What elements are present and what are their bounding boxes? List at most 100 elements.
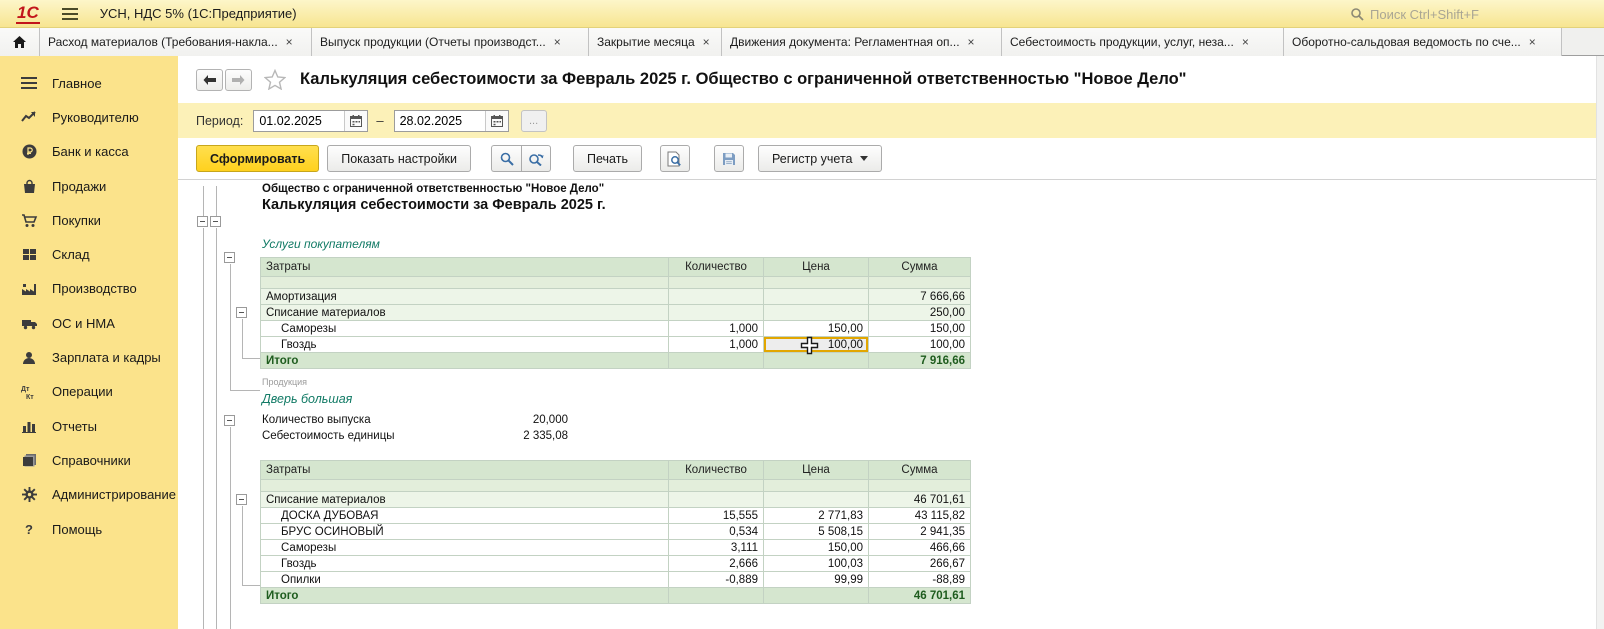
sidebar-item-administrirovanie[interactable]: Администрирование xyxy=(0,478,178,512)
report-cell[interactable]: 15,555 xyxy=(669,508,764,524)
favorite-star-icon[interactable] xyxy=(264,69,286,90)
report-cell[interactable]: Саморезы xyxy=(261,321,669,337)
find-button[interactable] xyxy=(491,145,521,172)
period-from-input[interactable] xyxy=(254,111,344,131)
report-cell[interactable]: ДОСКА ДУБОВАЯ xyxy=(261,508,669,524)
stat-value[interactable]: 2 335,08 xyxy=(523,430,568,442)
report-cell[interactable]: Гвоздь xyxy=(261,337,669,353)
report-cell[interactable]: 46 701,61 xyxy=(869,492,971,508)
report-cell[interactable]: 99,99 xyxy=(764,572,869,588)
report-cell[interactable]: Итого xyxy=(261,588,669,604)
report-cell[interactable] xyxy=(764,353,869,369)
close-icon[interactable]: × xyxy=(968,36,975,48)
report-cell[interactable]: 100,03 xyxy=(764,556,869,572)
sidebar-item-sklad[interactable]: Склад xyxy=(0,237,178,271)
sidebar-item-os-i-nma[interactable]: ОС и НМА xyxy=(0,306,178,340)
column-header[interactable]: Сумма xyxy=(869,258,971,277)
tab-oborotno-saldovaya[interactable]: Оборотно-сальдовая ведомость по сче... × xyxy=(1284,28,1562,56)
report-cell[interactable]: 150,00 xyxy=(764,540,869,556)
report-cell[interactable] xyxy=(764,305,869,321)
report-cell[interactable] xyxy=(669,289,764,305)
tab-raskhod-materialov[interactable]: Расход материалов (Требования-накла... × xyxy=(40,28,312,56)
sidebar-item-otchety[interactable]: Отчеты xyxy=(0,409,178,443)
report-cell[interactable]: 2,666 xyxy=(669,556,764,572)
tab-dvizheniya-dokumenta[interactable]: Движения документа: Регламентная оп... × xyxy=(722,28,1002,56)
report-cell[interactable]: 266,67 xyxy=(869,556,971,572)
back-button[interactable] xyxy=(196,69,223,91)
report-cell[interactable] xyxy=(669,305,764,321)
period-to-input[interactable] xyxy=(395,111,485,131)
close-icon[interactable]: × xyxy=(554,36,561,48)
report-cell[interactable]: 5 508,15 xyxy=(764,524,869,540)
column-header[interactable]: Цена xyxy=(764,258,869,277)
column-header[interactable]: Количество xyxy=(669,461,764,480)
find-next-button[interactable] xyxy=(521,145,551,172)
column-header[interactable]: Количество xyxy=(669,258,764,277)
report-cell[interactable]: 1,000 xyxy=(669,321,764,337)
tab-home[interactable] xyxy=(0,28,40,56)
report-cell[interactable]: 1,000 xyxy=(669,337,764,353)
sidebar-item-pokupki[interactable]: Покупки xyxy=(0,203,178,237)
sidebar-item-prodazhi[interactable]: Продажи xyxy=(0,169,178,203)
report-cell[interactable]: -88,89 xyxy=(869,572,971,588)
column-header[interactable]: Затраты xyxy=(261,461,669,480)
report-cell[interactable] xyxy=(669,353,764,369)
sidebar-item-proizvodstvo[interactable]: Производство xyxy=(0,272,178,306)
report-cell[interactable] xyxy=(764,492,869,508)
close-icon[interactable]: × xyxy=(1529,36,1536,48)
sidebar-item-rukovoditelyu[interactable]: Руководителю xyxy=(0,100,178,134)
period-more-button[interactable]: ... xyxy=(521,110,547,132)
report-cell[interactable]: 43 115,82 xyxy=(869,508,971,524)
report-cell[interactable]: 2 771,83 xyxy=(764,508,869,524)
sidebar-item-zarplata-i-kadry[interactable]: Зарплата и кадры xyxy=(0,340,178,374)
column-header[interactable]: Сумма xyxy=(869,461,971,480)
report-cell[interactable]: Списание материалов xyxy=(261,305,669,321)
report-cell[interactable]: БРУС ОСИНОВЫЙ xyxy=(261,524,669,540)
report-cell[interactable] xyxy=(669,492,764,508)
show-settings-button[interactable]: Показать настройки xyxy=(327,145,471,172)
print-preview-button[interactable] xyxy=(660,145,690,172)
report-cell[interactable]: 7 916,66 xyxy=(869,353,971,369)
sidebar-item-spravochniki[interactable]: Справочники xyxy=(0,443,178,477)
tab-vypusk-produkcii[interactable]: Выпуск продукции (Отчеты производст... × xyxy=(312,28,589,56)
report-cell[interactable] xyxy=(764,588,869,604)
report-cell[interactable] xyxy=(764,289,869,305)
report-cell[interactable]: Саморезы xyxy=(261,540,669,556)
calendar-icon[interactable] xyxy=(485,111,508,131)
report-cell[interactable]: 0,534 xyxy=(669,524,764,540)
report-cell[interactable]: Опилки xyxy=(261,572,669,588)
sidebar-item-glavnoe[interactable]: Главное xyxy=(0,66,178,100)
report-cell[interactable]: 250,00 xyxy=(869,305,971,321)
report-cell[interactable]: Гвоздь xyxy=(261,556,669,572)
sidebar-item-bank-i-kassa[interactable]: Банк и касса xyxy=(0,135,178,169)
forward-button[interactable] xyxy=(225,69,252,91)
report-cell[interactable]: 46 701,61 xyxy=(869,588,971,604)
selected-cell[interactable]: 100,00 xyxy=(764,337,869,353)
main-menu-icon[interactable] xyxy=(62,8,78,20)
column-header[interactable]: Цена xyxy=(764,461,869,480)
register-menu-button[interactable]: Регистр учета xyxy=(758,145,882,172)
tab-sebestoimost-produkcii[interactable]: Себестоимость продукции, услуг, неза... … xyxy=(1002,28,1284,56)
report-cell[interactable]: -0,889 xyxy=(669,572,764,588)
report-cell[interactable]: 2 941,35 xyxy=(869,524,971,540)
report-cell[interactable]: 150,00 xyxy=(869,321,971,337)
collapse-button[interactable] xyxy=(224,252,235,263)
collapse-button[interactable] xyxy=(197,216,208,227)
report-cell[interactable]: Списание материалов xyxy=(261,492,669,508)
close-icon[interactable]: × xyxy=(286,36,293,48)
collapse-button[interactable] xyxy=(236,494,247,505)
close-icon[interactable]: × xyxy=(703,36,710,48)
column-header[interactable]: Затраты xyxy=(261,258,669,277)
report-cell[interactable]: Итого xyxy=(261,353,669,369)
report-cell[interactable] xyxy=(669,588,764,604)
collapse-button[interactable] xyxy=(210,216,221,227)
report-cell[interactable]: 3,111 xyxy=(669,540,764,556)
stat-value[interactable]: 20,000 xyxy=(533,414,568,426)
tab-zakrytie-mesyaca[interactable]: Закрытие месяца × xyxy=(589,28,722,56)
generate-button[interactable]: Сформировать xyxy=(196,145,319,172)
collapse-button[interactable] xyxy=(224,415,235,426)
report-cell[interactable]: 100,00 xyxy=(869,337,971,353)
collapse-button[interactable] xyxy=(236,307,247,318)
calendar-icon[interactable] xyxy=(344,111,367,131)
print-button[interactable]: Печать xyxy=(573,145,642,172)
